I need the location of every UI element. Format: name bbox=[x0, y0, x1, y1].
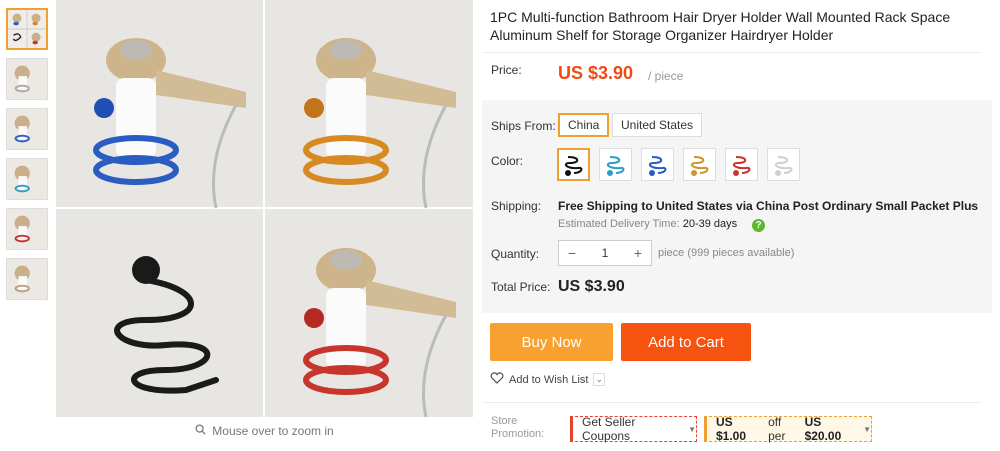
product-page: Mouse over to zoom in 1PC Multi-function… bbox=[0, 0, 1000, 451]
divider bbox=[482, 402, 982, 403]
thumbnail-list bbox=[6, 8, 50, 308]
heart-icon bbox=[490, 372, 504, 387]
color-label: Color: bbox=[491, 154, 524, 168]
thumbnail-image bbox=[7, 259, 47, 299]
thumbnail-6[interactable] bbox=[6, 258, 48, 300]
thumbnail-image bbox=[7, 59, 47, 99]
quantity-availability: piece (999 pieces available) bbox=[658, 247, 795, 259]
total-price: US $3.90 bbox=[558, 278, 625, 295]
color-swatch-sky-blue[interactable] bbox=[599, 148, 632, 181]
quantity-increase-button[interactable]: + bbox=[625, 241, 651, 265]
store-discount-offer[interactable]: US $1.00 off per US $20.00 ▼ bbox=[704, 415, 872, 443]
caret-down-icon: ▼ bbox=[688, 424, 696, 434]
thumbnail-image bbox=[8, 10, 46, 48]
discount-mid-text: off per bbox=[768, 415, 786, 443]
thumbnail-2[interactable] bbox=[6, 58, 48, 100]
spiral-holder-icon bbox=[564, 155, 582, 176]
thumbnail-5[interactable] bbox=[6, 208, 48, 250]
zoom-hint-text: Mouse over to zoom in bbox=[212, 424, 334, 438]
spiral-holder-icon bbox=[732, 155, 750, 176]
color-swatch-red[interactable] bbox=[725, 148, 758, 181]
spiral-holder-icon bbox=[774, 155, 792, 176]
chevron-down-icon[interactable]: ⌄ bbox=[593, 373, 606, 386]
quantity-label: Quantity: bbox=[491, 247, 540, 261]
quantity-decrease-button[interactable]: − bbox=[559, 241, 585, 265]
caret-down-icon: ▼ bbox=[863, 424, 871, 434]
product-photo bbox=[56, 0, 473, 417]
thumbnail-image bbox=[7, 109, 47, 149]
color-swatch-black[interactable] bbox=[557, 148, 590, 181]
shipping-label: Shipping: bbox=[491, 199, 542, 213]
add-to-wish-list[interactable]: Add to Wish List ⌄ bbox=[490, 372, 606, 387]
delivery-value: 20-39 days bbox=[682, 218, 738, 230]
spiral-holder-icon bbox=[606, 155, 624, 176]
thumbnail-1[interactable] bbox=[6, 8, 48, 50]
get-seller-coupons-button[interactable]: Get Seller Coupons ▼ bbox=[570, 415, 697, 443]
product-price: US $3.90 bbox=[558, 63, 634, 83]
spiral-holder-icon bbox=[648, 155, 666, 176]
thumbnail-image bbox=[7, 159, 47, 199]
quantity-stepper: − 1 + bbox=[558, 240, 652, 266]
quantity-input[interactable]: 1 bbox=[585, 246, 625, 260]
ships-from-china[interactable]: China bbox=[558, 113, 610, 137]
estimated-delivery: Estimated Delivery Time: 20-39 days bbox=[558, 218, 737, 230]
color-swatch-blue[interactable] bbox=[641, 148, 674, 181]
thumbnail-image bbox=[7, 209, 47, 249]
total-price-label: Total Price: bbox=[491, 280, 551, 294]
magnifier-icon bbox=[195, 424, 206, 438]
discount-minimum: US $20.00 bbox=[804, 415, 842, 443]
spiral-holder-icon bbox=[690, 155, 708, 176]
price-label: Price: bbox=[491, 63, 522, 77]
delivery-label: Estimated Delivery Time: bbox=[558, 218, 680, 230]
color-swatch-silver[interactable] bbox=[767, 148, 800, 181]
color-swatch-gold[interactable] bbox=[683, 148, 716, 181]
product-title: 1PC Multi-function Bathroom Hair Dryer H… bbox=[490, 9, 951, 43]
divider bbox=[482, 52, 982, 53]
store-promotion-label: Store Promotion: bbox=[491, 415, 545, 440]
thumbnail-4[interactable] bbox=[6, 158, 48, 200]
ships-from-united-states[interactable]: United States bbox=[612, 113, 703, 137]
discount-amount: US $1.00 bbox=[716, 415, 747, 443]
wish-list-label: Add to Wish List bbox=[509, 373, 589, 386]
shipping-method[interactable]: Free Shipping to United States via China… bbox=[558, 199, 978, 213]
price-unit: / piece bbox=[648, 69, 684, 83]
buy-now-button[interactable]: Buy Now bbox=[490, 323, 613, 361]
ships-from-label: Ships From: bbox=[491, 119, 556, 133]
add-to-cart-button[interactable]: Add to Cart bbox=[621, 323, 751, 361]
zoom-hint: Mouse over to zoom in bbox=[56, 420, 473, 442]
chevron-down-icon[interactable]: ⌄ bbox=[968, 199, 976, 210]
main-product-image[interactable] bbox=[56, 0, 473, 417]
help-icon[interactable]: ? bbox=[752, 219, 765, 232]
thumbnail-3[interactable] bbox=[6, 108, 48, 150]
coupon-label: Get Seller Coupons bbox=[582, 415, 636, 443]
